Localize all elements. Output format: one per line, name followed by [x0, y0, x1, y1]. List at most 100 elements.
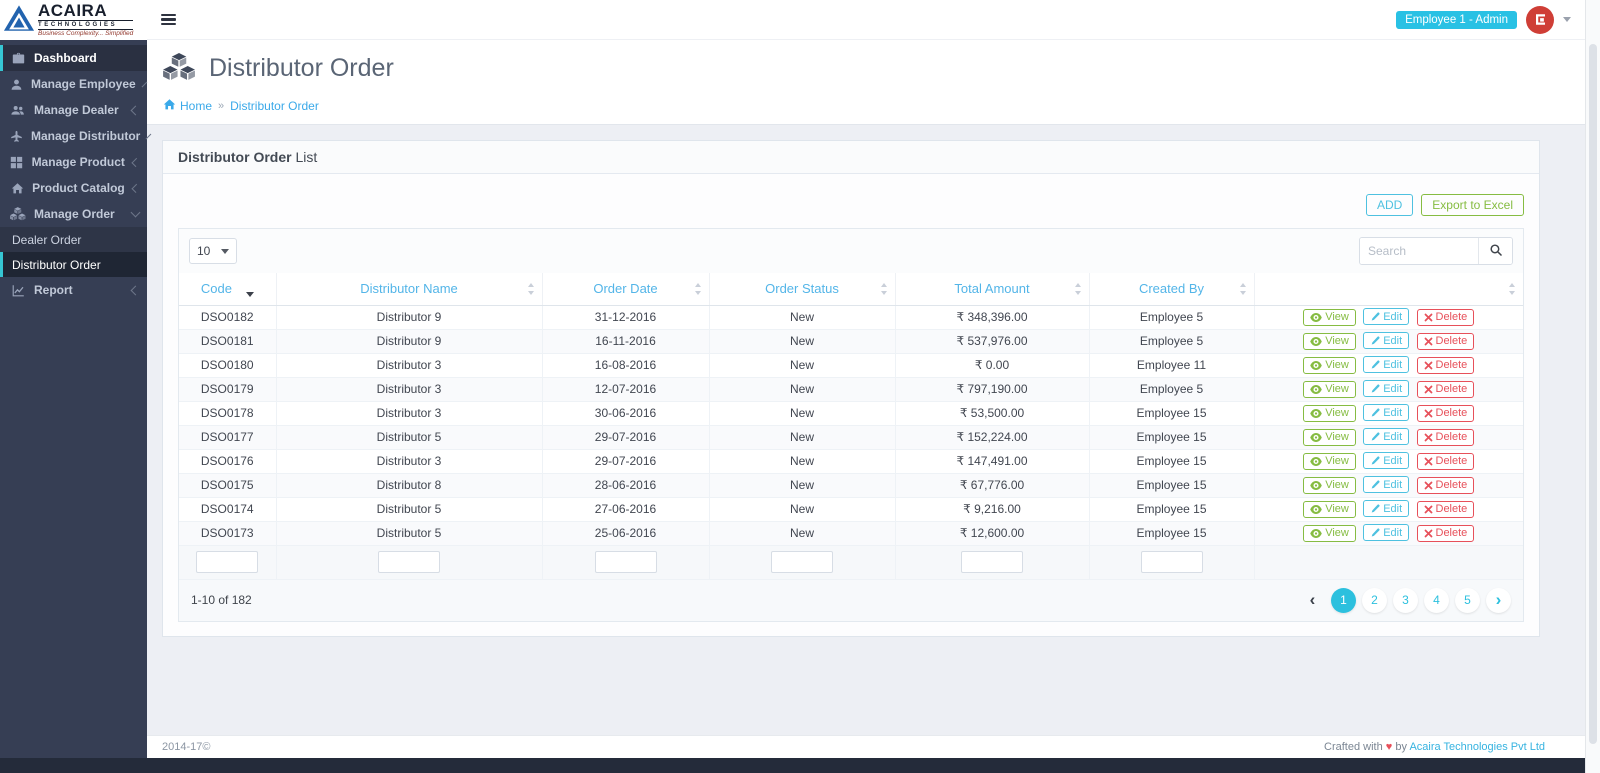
sort-icon [1074, 283, 1082, 295]
breadcrumb-current-link[interactable]: Distributor Order [230, 99, 319, 113]
bottom-strip [0, 758, 1585, 773]
scrollbar-thumb[interactable] [1589, 44, 1597, 744]
view-button[interactable]: View [1303, 501, 1356, 518]
cell-actions: View Edit Delete [1254, 305, 1523, 329]
view-button[interactable]: View [1303, 333, 1356, 350]
pagination-page-4[interactable]: 4 [1424, 588, 1449, 613]
pagination-prev-button[interactable]: ‹ [1300, 588, 1325, 613]
chevron-left-icon [141, 81, 147, 87]
pagination-page-5[interactable]: 5 [1455, 588, 1480, 613]
delete-button[interactable]: Delete [1417, 381, 1475, 398]
cell-created_by: Employee 5 [1089, 305, 1254, 329]
filter-date-input[interactable] [595, 551, 657, 573]
edit-button[interactable]: Edit [1363, 332, 1409, 349]
pagination-page-3[interactable]: 3 [1393, 588, 1418, 613]
edit-button[interactable]: Edit [1363, 476, 1409, 493]
column-header-code[interactable]: Code [179, 273, 276, 305]
sidebar-item-manage-employee[interactable]: Manage Employee [0, 71, 147, 97]
report-icon [10, 284, 26, 297]
edit-button[interactable]: Edit [1363, 308, 1409, 325]
table-info: 1-10 of 182 [191, 593, 252, 607]
filter-code-input[interactable] [196, 551, 258, 573]
edit-button[interactable]: Edit [1363, 524, 1409, 541]
view-button[interactable]: View [1303, 309, 1356, 326]
breadcrumb-home-link[interactable]: Home [163, 98, 212, 114]
search-button[interactable] [1478, 238, 1512, 264]
view-button[interactable]: View [1303, 453, 1356, 470]
view-button[interactable]: View [1303, 357, 1356, 374]
delete-button[interactable]: Delete [1417, 357, 1475, 374]
table-filter-row [179, 545, 1523, 579]
filter-amount-input[interactable] [961, 551, 1023, 573]
cell-actions: View Edit Delete [1254, 521, 1523, 545]
cell-status: New [709, 449, 895, 473]
add-button[interactable]: ADD [1366, 194, 1413, 216]
cell-name: Distributor 3 [276, 353, 542, 377]
search-input[interactable] [1360, 238, 1478, 264]
delete-button[interactable]: Delete [1417, 309, 1475, 326]
column-header-actions[interactable] [1254, 273, 1523, 305]
filter-created_by-input[interactable] [1141, 551, 1203, 573]
column-header-date[interactable]: Order Date [542, 273, 709, 305]
filter-status-input[interactable] [771, 551, 833, 573]
sidebar-item-dealer-order[interactable]: Dealer Order [0, 227, 147, 252]
panel-title: Distributor Order List [163, 141, 1539, 174]
sidebar-item-report[interactable]: Report [0, 277, 147, 303]
sidebar-item-distributor-order[interactable]: Distributor Order [0, 252, 147, 277]
table-row: DSO0181Distributor 916-11-2016New₹ 537,9… [179, 329, 1523, 353]
view-button[interactable]: View [1303, 429, 1356, 446]
edit-button[interactable]: Edit [1363, 500, 1409, 517]
view-button[interactable]: View [1303, 477, 1356, 494]
cell-status: New [709, 521, 895, 545]
delete-button[interactable]: Delete [1417, 333, 1475, 350]
delete-button[interactable]: Delete [1417, 405, 1475, 422]
column-header-created_by[interactable]: Created By [1089, 273, 1254, 305]
sidebar-item-manage-distributor[interactable]: Manage Distributor [0, 123, 147, 149]
sidebar-item-manage-order[interactable]: Manage Order [0, 201, 147, 227]
chevron-down-icon[interactable] [1563, 17, 1571, 22]
edit-button[interactable]: Edit [1363, 452, 1409, 469]
sidebar-item-manage-dealer[interactable]: Manage Dealer [0, 97, 147, 123]
cell-date: 31-12-2016 [542, 305, 709, 329]
vertical-scrollbar[interactable] [1585, 0, 1600, 773]
pagination-page-2[interactable]: 2 [1362, 588, 1387, 613]
cell-actions: View Edit Delete [1254, 425, 1523, 449]
delete-button[interactable]: Delete [1417, 429, 1475, 446]
column-header-status[interactable]: Order Status [709, 273, 895, 305]
view-button[interactable]: View [1303, 405, 1356, 422]
column-header-amount[interactable]: Total Amount [895, 273, 1089, 305]
employee-icon [10, 78, 23, 91]
view-button[interactable]: View [1303, 525, 1356, 542]
pencil-icon [1370, 312, 1380, 322]
column-header-name[interactable]: Distributor Name [276, 273, 542, 305]
sidebar-item-manage-product[interactable]: Manage Product [0, 149, 147, 175]
app-logo[interactable]: ACAIRA TECHNOLOGIES Business Complexity.… [0, 0, 147, 40]
export-to-excel-button[interactable]: Export to Excel [1421, 194, 1524, 216]
sidebar-item-product-catalog[interactable]: Product Catalog [0, 175, 147, 201]
edit-button[interactable]: Edit [1363, 428, 1409, 445]
acaira-link[interactable]: Acaira Technologies Pvt Ltd [1409, 741, 1545, 753]
cell-date: 25-06-2016 [542, 521, 709, 545]
avatar[interactable] [1526, 6, 1554, 34]
delete-button[interactable]: Delete [1417, 501, 1475, 518]
eye-icon [1310, 313, 1322, 322]
delete-button[interactable]: Delete [1417, 453, 1475, 470]
hamburger-menu-icon[interactable] [161, 14, 176, 25]
edit-button[interactable]: Edit [1363, 356, 1409, 373]
delete-button[interactable]: Delete [1417, 525, 1475, 542]
edit-button[interactable]: Edit [1363, 380, 1409, 397]
page-size-select[interactable]: 10 [189, 238, 237, 264]
user-badge[interactable]: Employee 1 - Admin [1396, 11, 1517, 29]
pagination-page-1[interactable]: 1 [1331, 588, 1356, 613]
filter-name-input[interactable] [378, 551, 440, 573]
search-icon [1489, 243, 1503, 260]
view-button[interactable]: View [1303, 381, 1356, 398]
pagination-next-button[interactable]: › [1486, 588, 1511, 613]
cell-name: Distributor 9 [276, 329, 542, 353]
logo-tagline: Business Complexity... Simplified [38, 31, 133, 38]
x-icon [1424, 337, 1433, 346]
edit-button[interactable]: Edit [1363, 404, 1409, 421]
delete-button[interactable]: Delete [1417, 477, 1475, 494]
sidebar-item-dashboard[interactable]: Dashboard [0, 45, 147, 71]
pagination: ‹12345› [1300, 588, 1511, 613]
